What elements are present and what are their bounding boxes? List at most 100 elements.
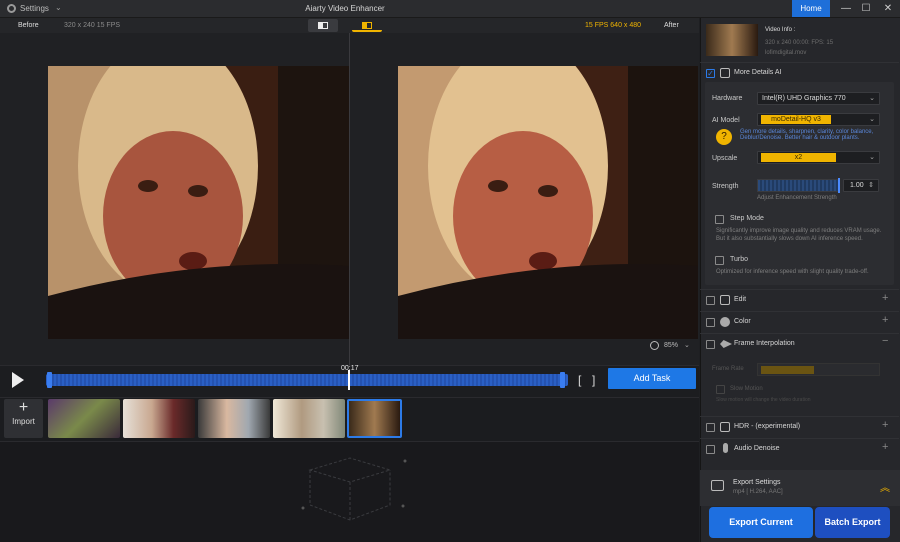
playhead[interactable]: [348, 370, 350, 390]
before-label: Before: [18, 22, 39, 29]
microphone-icon: [723, 443, 728, 453]
audio-label: Audio Denoise: [734, 445, 780, 452]
close-button[interactable]: ✕: [878, 2, 898, 16]
clip-thumbnail[interactable]: [198, 399, 270, 438]
trim-end-handle[interactable]: [560, 372, 565, 388]
before-video-frame: [48, 36, 349, 339]
clip-thumbnail-selected[interactable]: [347, 399, 402, 438]
step-mode-desc2: But it also substantially slows down AI …: [716, 236, 863, 242]
chevron-down-icon: ⌄: [869, 116, 875, 123]
more-details-section[interactable]: ✓ More Details AI: [700, 62, 899, 82]
ai-model-select[interactable]: moDetail-HQ v3 ⌄: [757, 113, 880, 126]
maximize-button[interactable]: ☐: [856, 2, 876, 16]
turbo-desc: Optimized for inference speed with sligh…: [716, 269, 869, 275]
strength-value: 1.00: [850, 182, 864, 189]
expand-plus-icon[interactable]: +: [882, 441, 888, 453]
slow-motion-checkbox[interactable]: [716, 385, 725, 394]
batch-export-button[interactable]: Batch Export: [815, 507, 890, 538]
hdr-checkbox[interactable]: [706, 423, 715, 432]
expand-plus-icon[interactable]: +: [882, 292, 888, 304]
turbo-label: Turbo: [730, 256, 749, 263]
ai-model-label: AI Model: [712, 117, 740, 124]
edit-checkbox[interactable]: [706, 296, 715, 305]
video-info-thumbnail: [706, 24, 758, 56]
export-settings-section[interactable]: Export Settings mp4 [ H.264, AAC] ︽: [700, 470, 900, 506]
split-view-toggle[interactable]: [308, 19, 338, 32]
more-details-label: More Details AI: [734, 69, 782, 76]
zoom-chevron-icon[interactable]: ⌄: [684, 341, 690, 349]
side-by-side-icon: [362, 22, 372, 29]
collapse-minus-icon[interactable]: −: [882, 335, 888, 347]
after-info: 15 FPS 640 x 480: [585, 22, 642, 29]
hdr-icon: [720, 422, 730, 432]
play-button[interactable]: [12, 372, 24, 388]
export-current-button[interactable]: Export Current: [709, 507, 813, 538]
expand-plus-icon[interactable]: +: [882, 419, 888, 431]
upscale-label: Upscale: [712, 155, 738, 162]
double-chevron-up-icon[interactable]: ︽: [880, 479, 890, 494]
audio-denoise-section[interactable]: Audio Denoise +: [700, 438, 899, 458]
edit-icon: [720, 295, 730, 305]
hardware-value: Intel(R) UHD Graphics 770: [762, 95, 846, 102]
chevron-down-icon: ⌄: [869, 154, 875, 161]
mark-in-button[interactable]: [: [578, 373, 581, 387]
palette-icon: [720, 317, 730, 327]
video-info-title: Video Info :: [765, 27, 796, 33]
chevron-down-icon: ⌄: [869, 95, 875, 102]
expand-plus-icon[interactable]: +: [882, 314, 888, 326]
export-settings-title: Export Settings: [733, 479, 781, 486]
home-button[interactable]: Home: [792, 0, 830, 17]
current-time: 00:17: [341, 365, 359, 372]
minimize-button[interactable]: —: [836, 2, 856, 16]
import-label: Import: [12, 417, 35, 426]
clip-thumbnail[interactable]: [273, 399, 345, 438]
zoom-level[interactable]: 85%: [664, 342, 678, 349]
hdr-section[interactable]: HDR - (experimental) +: [700, 416, 899, 436]
zoom-icon[interactable]: [650, 341, 659, 350]
video-info-spec: 320 x 240 00:00: FPS: 15: [765, 40, 834, 46]
import-button[interactable]: + Import: [4, 399, 43, 438]
frame-interp-label: Frame Interpolation: [734, 340, 795, 347]
frame-rate-label: Frame Rate: [712, 366, 744, 372]
step-mode-checkbox[interactable]: [715, 215, 724, 224]
color-section[interactable]: Color +: [700, 311, 899, 331]
step-mode-desc1: Significantly improve image quality and …: [716, 228, 882, 234]
step-mode-label: Step Mode: [730, 215, 764, 222]
audio-checkbox[interactable]: [706, 445, 715, 454]
export-icon: [711, 480, 724, 491]
edit-section[interactable]: Edit +: [700, 289, 899, 309]
mark-out-button[interactable]: ]: [592, 373, 595, 387]
empty-box-illustration: [301, 457, 407, 521]
frames-icon: [720, 340, 732, 348]
clip-thumbnail[interactable]: [123, 399, 195, 438]
plus-icon: +: [18, 399, 29, 416]
strength-input[interactable]: 1.00 ⇕: [843, 179, 879, 192]
hardware-select[interactable]: Intel(R) UHD Graphics 770 ⌄: [757, 92, 880, 105]
video-info-file: lofimdigital.mov: [765, 50, 807, 56]
upscale-value: x2: [761, 153, 836, 162]
compare-divider[interactable]: [349, 33, 350, 365]
edit-label: Edit: [734, 296, 747, 303]
stepper-icon[interactable]: ⇕: [868, 181, 874, 189]
more-details-checkbox[interactable]: ✓: [706, 69, 715, 78]
clip-thumbnail[interactable]: [48, 399, 120, 438]
lightbulb-icon: ?: [716, 129, 732, 145]
upscale-select[interactable]: x2 ⌄: [757, 151, 880, 164]
strength-slider[interactable]: [757, 179, 840, 192]
after-video-frame: [398, 36, 698, 339]
color-label: Color: [734, 318, 751, 325]
side-by-side-toggle[interactable]: [352, 19, 382, 32]
title-bar: Settings ⌄ Aiarty Video Enhancer Home — …: [0, 0, 900, 18]
strength-thumb[interactable]: [838, 178, 840, 193]
slow-motion-label: Slow Motion: [730, 386, 763, 392]
frame-interp-checkbox[interactable]: [706, 340, 715, 349]
frame-interpolation-section[interactable]: Frame Interpolation −: [700, 333, 899, 353]
color-checkbox[interactable]: [706, 318, 715, 327]
trim-start-handle[interactable]: [47, 372, 52, 388]
timeline-track[interactable]: [46, 374, 568, 386]
ai-model-description: Gen more details, sharpnen, clarity, col…: [740, 129, 874, 141]
add-task-button[interactable]: Add Task: [608, 368, 696, 389]
turbo-checkbox[interactable]: [715, 256, 724, 265]
frame-rate-select[interactable]: [757, 363, 880, 376]
app-title: Aiarty Video Enhancer: [305, 4, 385, 13]
